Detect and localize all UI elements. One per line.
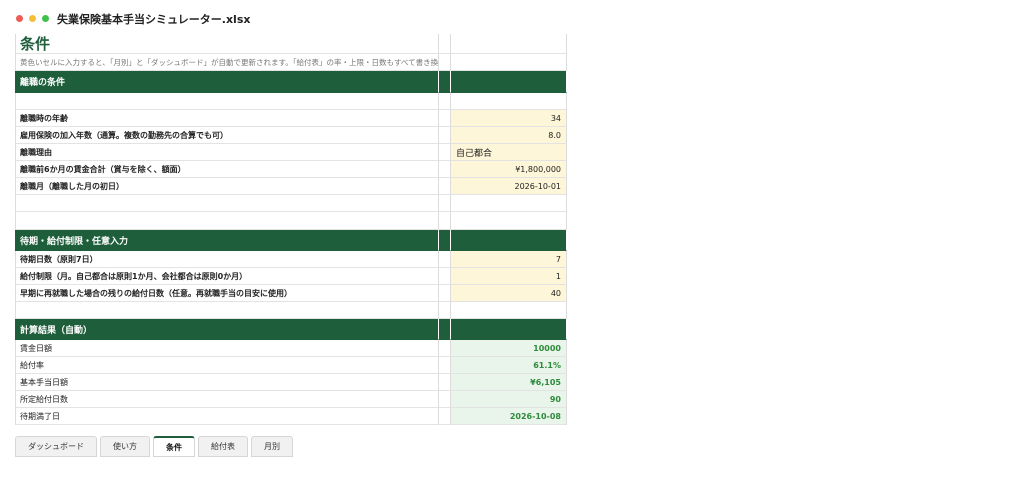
- section-header-row: 待期・給付制限・任意入力: [15, 230, 567, 251]
- cell[interactable]: [439, 285, 451, 302]
- tab-monthly[interactable]: 月別: [251, 436, 293, 457]
- row-label[interactable]: 雇用保険の加入年数（通算。複数の勤務先の合算でも可）: [15, 127, 439, 144]
- section-header-row: 計算結果（自動）: [15, 319, 567, 340]
- cell[interactable]: [15, 302, 439, 319]
- cell[interactable]: [451, 302, 567, 319]
- input-row-waiting: 待期日数（原則7日） 7: [15, 251, 567, 268]
- input-cell[interactable]: ¥1,800,000: [451, 161, 567, 178]
- cell[interactable]: [439, 71, 451, 93]
- input-row-years: 雇用保険の加入年数（通算。複数の勤務先の合算でも可） 8.0: [15, 127, 567, 144]
- sheet-title-row: 条件: [15, 34, 567, 54]
- input-cell[interactable]: 1: [451, 268, 567, 285]
- input-row-month: 離職月（離職した月の初日） 2026-10-01: [15, 178, 567, 195]
- input-row-restriction: 給付制限（月。自己都合は原則1か月、会社都合は原則0か月） 1: [15, 268, 567, 285]
- cell[interactable]: [451, 71, 567, 93]
- section-header[interactable]: 待期・給付制限・任意入力: [15, 230, 439, 251]
- row-label[interactable]: 待期満了日: [15, 408, 439, 425]
- result-cell[interactable]: 10000: [451, 340, 567, 357]
- empty-row: [15, 93, 567, 110]
- cell[interactable]: [439, 93, 451, 110]
- input-cell[interactable]: 34: [451, 110, 567, 127]
- cell[interactable]: [439, 340, 451, 357]
- cell[interactable]: [439, 144, 451, 161]
- cell[interactable]: [439, 34, 451, 54]
- input-cell[interactable]: 2026-10-01: [451, 178, 567, 195]
- cell[interactable]: [451, 54, 567, 71]
- cell[interactable]: [439, 161, 451, 178]
- file-title: 失業保険基本手当シミュレーター.xlsx: [57, 13, 251, 26]
- input-row-remaining: 早期に再就職した場合の残りの給付日数（任意。再就職手当の目安に使用） 40: [15, 285, 567, 302]
- cell[interactable]: [451, 212, 567, 230]
- dropdown-cell[interactable]: 自己都合: [451, 144, 567, 161]
- row-label[interactable]: 給付率: [15, 357, 439, 374]
- row-label[interactable]: 所定給付日数: [15, 391, 439, 408]
- cell[interactable]: [15, 195, 439, 212]
- cell[interactable]: [451, 195, 567, 212]
- tab-conditions[interactable]: 条件: [153, 436, 195, 457]
- cell[interactable]: [439, 268, 451, 285]
- title-bar: 失業保険基本手当シミュレーター.xlsx: [0, 0, 1024, 36]
- minimize-window-button[interactable]: [29, 15, 36, 22]
- cell[interactable]: [451, 230, 567, 251]
- cell[interactable]: [439, 319, 451, 340]
- cell[interactable]: [439, 195, 451, 212]
- input-row-reason: 離職理由 自己都合: [15, 144, 567, 161]
- cell[interactable]: [439, 212, 451, 230]
- cell[interactable]: [439, 302, 451, 319]
- input-row-age: 離職時の年齢 34: [15, 110, 567, 127]
- cell[interactable]: [451, 93, 567, 110]
- row-label[interactable]: 基本手当日額: [15, 374, 439, 391]
- cell[interactable]: [451, 319, 567, 340]
- row-label[interactable]: 賃金日額: [15, 340, 439, 357]
- cell[interactable]: [439, 230, 451, 251]
- cell[interactable]: [439, 178, 451, 195]
- section-header[interactable]: 離職の条件: [15, 71, 439, 93]
- tab-howto[interactable]: 使い方: [100, 436, 150, 457]
- section-header[interactable]: 計算結果（自動）: [15, 319, 439, 340]
- cell[interactable]: [439, 408, 451, 425]
- cell[interactable]: [15, 93, 439, 110]
- result-cell[interactable]: 61.1%: [451, 357, 567, 374]
- result-cell[interactable]: 2026-10-08: [451, 408, 567, 425]
- empty-row: [15, 302, 567, 319]
- sheet-title[interactable]: 条件: [15, 34, 439, 54]
- tab-dashboard[interactable]: ダッシュボード: [15, 436, 97, 457]
- input-cell[interactable]: 7: [451, 251, 567, 268]
- input-row-wage: 離職前6か月の賃金合計（賞与を除く、額面） ¥1,800,000: [15, 161, 567, 178]
- close-window-button[interactable]: [16, 15, 23, 22]
- result-cell[interactable]: ¥6,105: [451, 374, 567, 391]
- result-row-daily-wage: 賃金日額 10000: [15, 340, 567, 357]
- note-row: 黄色いセルに入力すると、「月別」と「ダッシュボード」が自動で更新されます。「給付…: [15, 54, 567, 71]
- row-label[interactable]: 離職前6か月の賃金合計（賞与を除く、額面）: [15, 161, 439, 178]
- empty-row: [15, 212, 567, 230]
- result-cell[interactable]: 90: [451, 391, 567, 408]
- result-row-end-date: 待期満了日 2026-10-08: [15, 408, 567, 425]
- result-row-rate: 給付率 61.1%: [15, 357, 567, 374]
- row-label[interactable]: 離職月（離職した月の初日）: [15, 178, 439, 195]
- cell[interactable]: [439, 374, 451, 391]
- cell[interactable]: [439, 127, 451, 144]
- cell[interactable]: [451, 34, 567, 54]
- input-cell[interactable]: 8.0: [451, 127, 567, 144]
- empty-row: [15, 195, 567, 212]
- row-label[interactable]: 待期日数（原則7日）: [15, 251, 439, 268]
- cell[interactable]: [439, 391, 451, 408]
- cell[interactable]: [439, 54, 451, 71]
- cell[interactable]: [439, 251, 451, 268]
- row-label[interactable]: 早期に再就職した場合の残りの給付日数（任意。再就職手当の目安に使用）: [15, 285, 439, 302]
- cell[interactable]: [439, 357, 451, 374]
- instruction-note[interactable]: 黄色いセルに入力すると、「月別」と「ダッシュボード」が自動で更新されます。「給付…: [15, 54, 439, 71]
- section-header-row: 離職の条件: [15, 71, 567, 93]
- zoom-window-button[interactable]: [42, 15, 49, 22]
- row-label[interactable]: 給付制限（月。自己都合は原則1か月、会社都合は原則0か月）: [15, 268, 439, 285]
- tab-benefit-table[interactable]: 給付表: [198, 436, 248, 457]
- result-row-benefit: 基本手当日額 ¥6,105: [15, 374, 567, 391]
- cell[interactable]: [439, 110, 451, 127]
- row-label[interactable]: 離職時の年齢: [15, 110, 439, 127]
- row-label[interactable]: 離職理由: [15, 144, 439, 161]
- cell[interactable]: [15, 212, 439, 230]
- input-cell[interactable]: 40: [451, 285, 567, 302]
- sheet-tabs: ダッシュボード 使い方 条件 給付表 月別: [15, 436, 293, 458]
- result-row-days: 所定給付日数 90: [15, 391, 567, 408]
